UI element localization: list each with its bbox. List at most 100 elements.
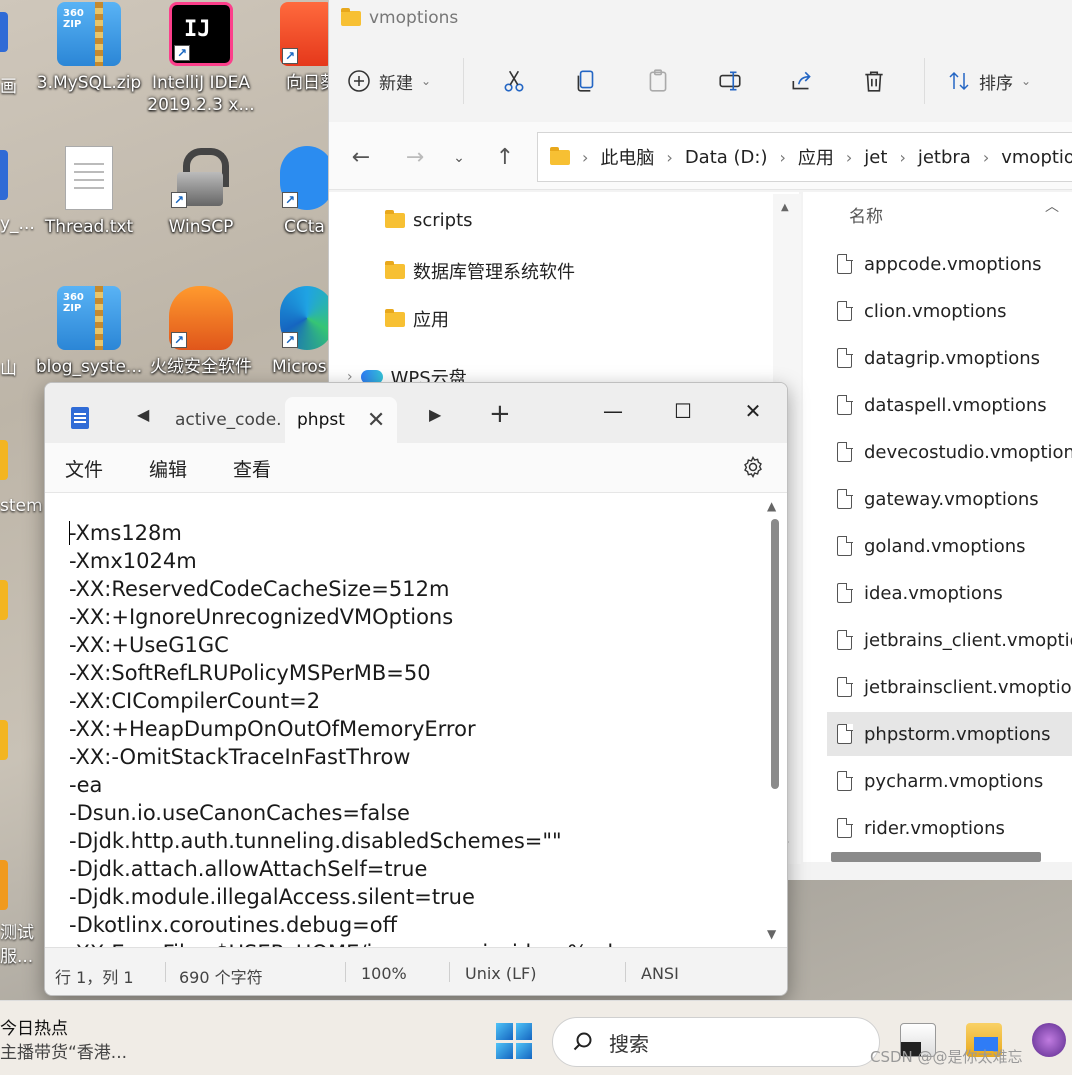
tab-label: phpst xyxy=(297,410,345,430)
desktop-icon-intellij[interactable]: IJ ↗ IntelliJ IDEA 2019.2.3 x... xyxy=(146,2,256,116)
breadcrumb-this-pc[interactable]: 此电脑 xyxy=(600,144,654,170)
tree-item-apps[interactable]: 应用 xyxy=(385,306,449,332)
news-title: 今日热点 xyxy=(0,1019,68,1039)
file-list-item[interactable]: datagrip.vmoptions xyxy=(827,336,1072,380)
tab-scroll-right-icon[interactable]: ▶ xyxy=(429,405,441,424)
trash-icon xyxy=(865,71,883,92)
tab-scroll-left-icon[interactable]: ◀ xyxy=(137,405,149,424)
status-zoom[interactable]: 100% xyxy=(361,964,407,983)
file-list-horizontal-scrollbar[interactable] xyxy=(831,852,1041,862)
chevron-up-icon[interactable]: ︿ xyxy=(1045,196,1059,216)
explorer-navbar: ← → ⌄ ↑ › 此电脑 › Data (D:) › 应用 › jet › j… xyxy=(329,122,1072,190)
desktop-icon-sunlogin[interactable]: ↗ 向日葵 xyxy=(270,2,330,94)
tree-item-db-software[interactable]: 数据库管理系统软件 xyxy=(385,258,575,284)
file-list-item[interactable]: devecostudio.vmoptions xyxy=(827,430,1072,474)
partial-icon[interactable] xyxy=(0,580,8,620)
folder-icon xyxy=(385,260,405,279)
rename-button[interactable] xyxy=(694,59,766,103)
menu-file[interactable]: 文件 xyxy=(65,455,103,482)
up-arrow-icon[interactable]: ↑ xyxy=(491,144,519,172)
file-name: clion.vmoptions xyxy=(864,300,1007,322)
breadcrumb-jet[interactable]: jet xyxy=(864,147,887,168)
clipboard-icon xyxy=(649,69,667,92)
partial-icon[interactable] xyxy=(0,860,8,910)
gear-icon[interactable] xyxy=(741,455,765,479)
back-arrow-icon[interactable]: ← xyxy=(347,144,375,172)
file-list-item[interactable]: appcode.vmoptions xyxy=(827,242,1072,286)
scroll-up-icon[interactable]: ▲ xyxy=(781,202,789,213)
menu-edit[interactable]: 编辑 xyxy=(149,455,187,482)
file-name: rider.vmoptions xyxy=(864,817,1005,839)
address-bar[interactable]: › 此电脑 › Data (D:) › 应用 › jet › jetbra › … xyxy=(537,132,1072,182)
taskbar-search-box[interactable]: 搜索 xyxy=(552,1017,880,1067)
close-tab-icon[interactable]: ✕ xyxy=(367,408,385,433)
maximize-icon[interactable]: ☐ xyxy=(655,391,711,431)
desktop-icon-label: Thread.txt xyxy=(44,217,134,237)
file-list-item[interactable]: phpstorm.vmoptions xyxy=(827,712,1072,756)
sort-button[interactable]: 排序 ⌄ xyxy=(939,59,1039,103)
file-list-item[interactable]: goland.vmoptions xyxy=(827,524,1072,568)
file-list-item[interactable]: gateway.vmoptions xyxy=(827,477,1072,521)
desktop-icon-cctalk[interactable]: ↗ CCta xyxy=(270,146,330,238)
recent-chevron-down-icon[interactable]: ⌄ xyxy=(445,144,473,172)
chevron-right-icon: › xyxy=(666,147,673,167)
news-widget[interactable]: 今日热点 主播带货“香港... xyxy=(0,1017,127,1065)
zip-archive-icon: 360 ZIP xyxy=(57,286,121,350)
editor-line: -Djdk.http.auth.tunneling.disabledScheme… xyxy=(69,829,562,853)
delete-button[interactable] xyxy=(838,59,910,103)
text-editor[interactable]: -Xms128m -Xmx1024m -XX:ReservedCodeCacheSi… xyxy=(45,493,787,947)
scroll-down-icon[interactable]: ▼ xyxy=(767,927,776,941)
close-window-icon[interactable]: ✕ xyxy=(725,391,781,431)
new-tab-plus-icon[interactable]: + xyxy=(489,399,511,429)
chevron-down-icon: ⌄ xyxy=(1020,74,1032,88)
file-list-item[interactable]: dataspell.vmoptions xyxy=(827,383,1072,427)
file-list-item[interactable]: clion.vmoptions xyxy=(827,289,1072,333)
tab-phpstorm[interactable]: phpst ✕ xyxy=(285,397,398,443)
file-list-item[interactable]: pycharm.vmoptions xyxy=(827,759,1072,803)
editor-vertical-scrollbar[interactable] xyxy=(771,519,779,789)
copy-icon xyxy=(577,70,594,92)
notepad-statusbar: 行 1，列 1 690 个字符 100% Unix (LF) ANSI xyxy=(45,947,787,995)
start-windows-icon[interactable] xyxy=(496,1023,532,1059)
breadcrumb-jetbra[interactable]: jetbra xyxy=(918,147,971,168)
flame-icon: ↗ xyxy=(169,286,233,350)
file-list-item[interactable]: jetbrains_client.vmoptions xyxy=(827,618,1072,662)
breadcrumb-drive-d[interactable]: Data (D:) xyxy=(685,147,768,168)
partial-icon[interactable] xyxy=(0,12,8,52)
editor-line: -XX:+IgnoreUnrecognizedVMOptions xyxy=(69,605,454,629)
breadcrumb-vmoptions[interactable]: vmoptions xyxy=(1001,147,1072,168)
partial-icon[interactable] xyxy=(0,440,8,480)
desktop-icon-edge[interactable]: ↗ Micros xyxy=(270,286,330,378)
cut-button[interactable] xyxy=(478,59,550,103)
desktop-icon-winscp[interactable]: ↗ WinSCP xyxy=(146,146,256,238)
new-button[interactable]: 新建 ⌄ xyxy=(329,59,449,103)
minimize-icon[interactable]: — xyxy=(585,391,641,431)
status-encoding[interactable]: ANSI xyxy=(641,964,679,983)
desktop-icon-thread-txt[interactable]: Thread.txt xyxy=(34,146,144,238)
forward-arrow-icon[interactable]: → xyxy=(401,144,429,172)
column-header-name[interactable]: 名称 xyxy=(849,202,883,227)
taskbar-app-eclipse-icon[interactable] xyxy=(1032,1023,1066,1057)
menu-view[interactable]: 查看 xyxy=(233,455,271,482)
file-icon xyxy=(837,347,853,368)
desktop-icon-huorong[interactable]: ↗ 火绒安全软件 xyxy=(146,286,256,378)
folder-icon xyxy=(341,7,361,26)
status-line-ending[interactable]: Unix (LF) xyxy=(465,964,536,983)
tab-active-code[interactable]: active_code. xyxy=(167,397,282,443)
breadcrumb-apps[interactable]: 应用 xyxy=(798,144,834,170)
file-list-item[interactable]: jetbrainsclient.vmoptions xyxy=(827,665,1072,709)
desktop-icon-mysql-zip[interactable]: 360 ZIP 3.MySQL.zip xyxy=(34,2,144,94)
copy-button[interactable] xyxy=(550,59,622,103)
desktop-icon-blog-system[interactable]: 360 ZIP blog_syste... xyxy=(34,286,144,378)
scroll-up-icon[interactable]: ▲ xyxy=(767,499,776,513)
partial-icon[interactable] xyxy=(0,150,8,200)
file-list-item[interactable]: rider.vmoptions xyxy=(827,806,1072,850)
tree-item-label: 应用 xyxy=(413,310,449,331)
partial-icon[interactable] xyxy=(0,720,8,760)
share-button[interactable] xyxy=(766,59,838,103)
file-list-item[interactable]: idea.vmoptions xyxy=(827,571,1072,615)
tree-item-scripts[interactable]: scripts xyxy=(385,210,473,231)
editor-line: -ea xyxy=(69,773,103,797)
desktop-icon-label-line2: 2019.2.3 x... xyxy=(147,95,255,115)
paste-button[interactable] xyxy=(622,59,694,103)
